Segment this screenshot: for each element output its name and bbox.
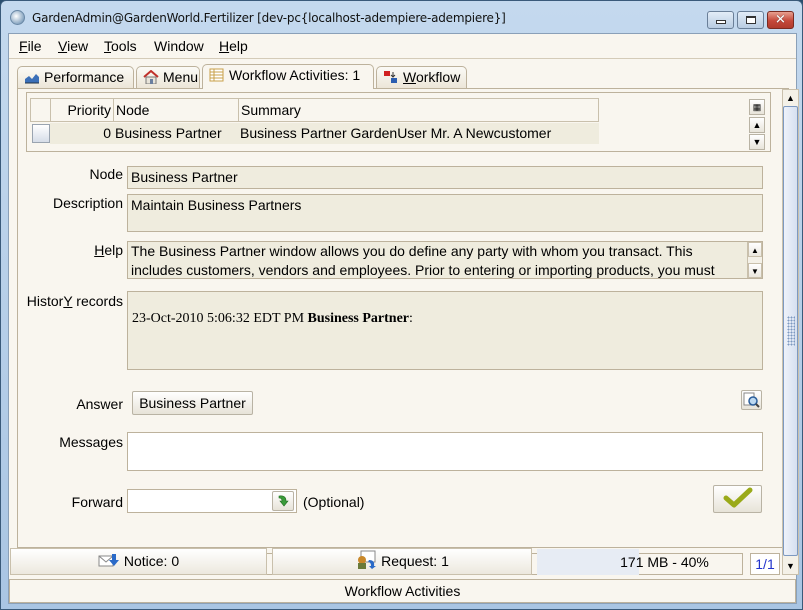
main-scrollbar[interactable]: ▲ ▼ xyxy=(782,89,799,575)
tab-performance-label: Performance xyxy=(44,69,125,85)
menu-file[interactable]: File xyxy=(19,38,42,54)
table-icon xyxy=(209,67,225,82)
cell-priority: 0 xyxy=(50,123,113,144)
forward-lookup-button[interactable] xyxy=(272,491,294,511)
maximize-button[interactable] xyxy=(737,11,764,29)
help-field: The Business Partner window allows you d… xyxy=(127,241,763,279)
memory-indicator[interactable]: 171 MB - 40% xyxy=(537,549,792,575)
history-label: HistorY records xyxy=(26,293,123,309)
menu-view-rest: iew xyxy=(67,38,89,54)
help-label: Help xyxy=(94,242,123,258)
menu-help-rest: elp xyxy=(229,38,248,54)
notice-button[interactable]: Notice: 0 xyxy=(10,548,267,575)
footer-status: Workflow Activities xyxy=(9,579,796,603)
arrow-down-icon: ▼ xyxy=(752,137,762,147)
maximize-icon xyxy=(745,16,756,24)
grid-scroll-down-button[interactable]: ▼ xyxy=(749,134,765,150)
request-button[interactable]: Request: 1 xyxy=(272,548,532,575)
main-scroll-up[interactable]: ▲ xyxy=(783,90,798,106)
close-button[interactable]: ✕ xyxy=(767,11,794,29)
notice-icon xyxy=(98,554,119,567)
forward-hint: (Optional) xyxy=(303,494,365,510)
history-timestamp: 23-Oct-2010 5:06:32 EDT PM xyxy=(132,311,305,326)
menu-bar: File View Tools Window Help xyxy=(9,34,796,59)
node-label: Node xyxy=(89,166,123,182)
tab-workflow-label: Workflow xyxy=(403,69,461,85)
zoom-button[interactable] xyxy=(741,390,762,410)
grid-header-summary[interactable]: Summary xyxy=(239,99,600,121)
memory-label: 171 MB - 40% xyxy=(620,554,709,570)
menu-window[interactable]: Window xyxy=(154,38,204,54)
history-suffix: : xyxy=(409,311,413,326)
tab-workflow[interactable]: Workflow xyxy=(376,66,467,88)
checkmark-icon xyxy=(723,487,752,508)
request-icon xyxy=(358,550,377,569)
title-bar[interactable]: GardenAdmin@GardenWorld.Fertilizer [dev-… xyxy=(1,1,802,33)
minimize-icon xyxy=(715,20,726,24)
workflow-icon xyxy=(383,69,399,83)
column-chooser-button[interactable]: ▦ xyxy=(749,99,765,115)
application-window: GardenAdmin@GardenWorld.Fertilizer [dev-… xyxy=(0,0,803,610)
app-icon xyxy=(10,10,25,25)
grid-header: Priority Node Summary xyxy=(30,98,599,122)
grid-scroll-up-button[interactable]: ▲ xyxy=(749,117,765,133)
magnifier-icon xyxy=(743,392,760,408)
menu-file-rest: ile xyxy=(27,38,42,54)
answer-label: Answer xyxy=(76,396,123,412)
menu-tools-mnemonic: T xyxy=(104,38,111,54)
tab-performance[interactable]: Performance xyxy=(17,66,134,88)
grid-header-priority[interactable]: Priority xyxy=(51,99,114,121)
client-area: File View Tools Window Help Performance … xyxy=(8,33,799,604)
workflow-activities-panel: Priority Node Summary 0 Business Partner… xyxy=(17,88,799,575)
description-field: Maintain Business Partners xyxy=(127,194,763,232)
description-label: Description xyxy=(52,195,123,211)
node-field: Business Partner xyxy=(127,166,763,189)
close-icon: ✕ xyxy=(775,12,786,28)
tab-workflow-activities-label: Workflow Activities: 1 xyxy=(229,67,361,83)
history-node: Business Partner xyxy=(307,311,410,326)
help-text: The Business Partner window allows you d… xyxy=(131,243,715,278)
menu-tools[interactable]: Tools xyxy=(104,38,137,54)
help-scroll-up[interactable]: ▲ xyxy=(748,242,762,257)
grip-icon xyxy=(787,316,795,346)
grid-header-node[interactable]: Node xyxy=(114,99,239,121)
home-icon xyxy=(143,69,159,85)
window-title: GardenAdmin@GardenWorld.Fertilizer [dev-… xyxy=(32,11,506,25)
notice-label: Notice: 0 xyxy=(123,553,180,569)
request-label: Request: 1 xyxy=(381,553,449,569)
main-scroll-thumb[interactable] xyxy=(783,106,798,556)
tab-menu[interactable]: Menu xyxy=(136,66,200,88)
help-scrollbar[interactable]: ▲ ▼ xyxy=(747,242,762,278)
green-arrow-icon xyxy=(278,495,289,507)
forward-label: Forward xyxy=(71,494,123,510)
cell-node: Business Partner xyxy=(113,123,238,144)
column-chooser-icon: ▦ xyxy=(752,102,762,112)
ok-button[interactable] xyxy=(713,485,762,513)
messages-input[interactable] xyxy=(127,432,763,471)
tab-workflow-activities[interactable]: Workflow Activities: 1 xyxy=(202,64,374,89)
minimize-button[interactable] xyxy=(707,11,734,29)
tab-menu-label: Menu xyxy=(163,69,199,85)
arrow-up-icon: ▲ xyxy=(752,120,762,130)
menu-file-mnemonic: F xyxy=(19,38,28,54)
row-selector[interactable] xyxy=(32,124,50,143)
activities-grid: Priority Node Summary 0 Business Partner… xyxy=(26,92,771,152)
menu-tools-rest: ools xyxy=(111,38,137,54)
help-scroll-down[interactable]: ▼ xyxy=(748,263,762,278)
menu-view-mnemonic: V xyxy=(58,38,68,54)
menu-help[interactable]: Help xyxy=(219,38,248,54)
chart-icon xyxy=(24,69,40,84)
messages-label: Messages xyxy=(59,434,123,450)
menu-view[interactable]: View xyxy=(58,38,88,54)
tab-bar: Performance Menu Workflow Activities: 1 … xyxy=(17,64,777,89)
menu-help-mnemonic: H xyxy=(219,38,230,54)
history-field: 23-Oct-2010 5:06:32 EDT PM Business Part… xyxy=(127,291,763,370)
table-row[interactable]: 0 Business Partner Business Partner Gard… xyxy=(30,123,599,144)
cell-summary: Business Partner GardenUser Mr. A Newcus… xyxy=(238,123,599,144)
answer-button[interactable]: Business Partner xyxy=(132,391,253,415)
grid-header-select xyxy=(31,99,51,121)
